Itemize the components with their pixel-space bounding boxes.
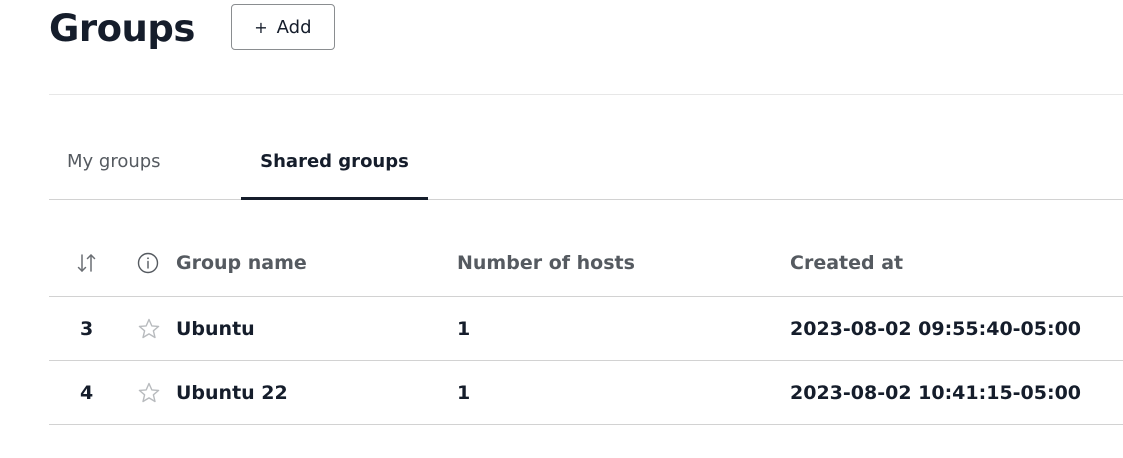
plus-icon: +: [254, 17, 268, 37]
group-name-link[interactable]: Ubuntu 22: [176, 361, 288, 424]
table-header-row: Group name Number of hosts Created at: [49, 230, 1123, 297]
page-header: Groups + Add: [49, 0, 335, 58]
star-outline-icon[interactable]: [137, 297, 161, 360]
page-title: Groups: [49, 6, 195, 50]
add-button-label: Add: [276, 16, 312, 38]
row-id: 4: [80, 381, 94, 404]
tab-label: Shared groups: [260, 151, 409, 172]
groups-table: Group name Number of hosts Created at 3 …: [49, 230, 1123, 425]
group-tabs: My groups Shared groups: [49, 124, 1123, 200]
table-row: 3 Ubuntu 1 2023-08-02 09:55:40-05:00: [49, 297, 1123, 361]
group-name-link[interactable]: Ubuntu: [176, 297, 255, 360]
column-header-group-name[interactable]: Group name: [176, 230, 307, 296]
groups-page: Groups + Add My groups Shared groups Gro…: [0, 0, 1123, 458]
add-group-button[interactable]: + Add: [230, 4, 335, 50]
tab-shared-groups[interactable]: Shared groups: [241, 124, 428, 200]
star-outline-icon[interactable]: [137, 361, 161, 424]
header-divider: [49, 94, 1123, 95]
tab-label: My groups: [67, 151, 161, 172]
row-id: 3: [80, 317, 94, 340]
table-row: 4 Ubuntu 22 1 2023-08-02 10:41:15-05:00: [49, 361, 1123, 425]
column-header-number-of-hosts[interactable]: Number of hosts: [457, 230, 635, 296]
created-at: 2023-08-02 09:55:40-05:00: [790, 317, 1082, 340]
sort-icon[interactable]: [76, 230, 98, 296]
info-icon[interactable]: [137, 230, 159, 296]
number-of-hosts: 1: [457, 381, 471, 404]
created-at: 2023-08-02 10:41:15-05:00: [790, 381, 1082, 404]
number-of-hosts: 1: [457, 317, 471, 340]
column-header-created-at[interactable]: Created at: [790, 230, 903, 296]
tab-my-groups[interactable]: My groups: [49, 124, 241, 199]
